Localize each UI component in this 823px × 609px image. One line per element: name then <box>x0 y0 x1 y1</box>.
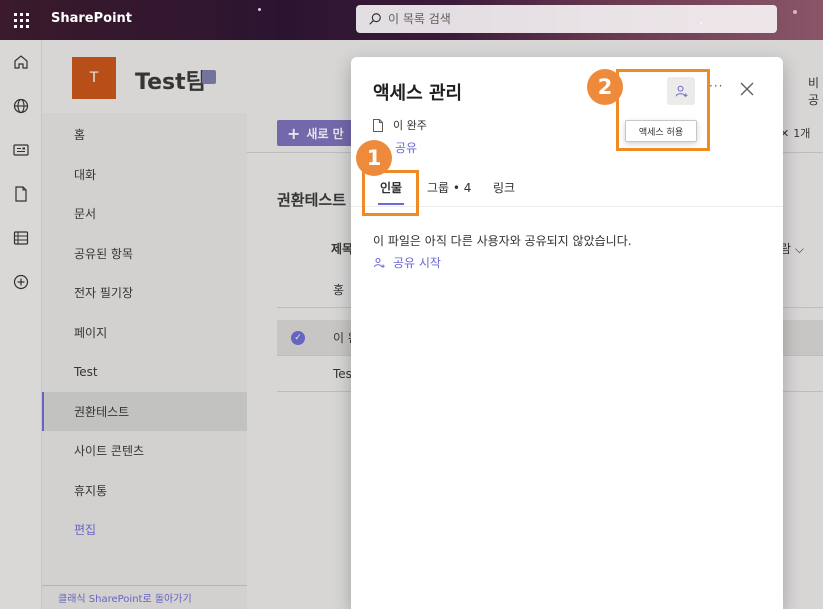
brand-name[interactable]: SharePoint <box>51 11 132 26</box>
start-sharing-label: 공유 시작 <box>393 256 441 270</box>
search-box[interactable] <box>356 5 777 33</box>
app-launcher-button[interactable] <box>0 0 42 40</box>
list-icon <box>13 231 29 245</box>
start-sharing-link[interactable]: 공유 시작 <box>373 254 441 271</box>
home-icon <box>14 55 28 69</box>
suite-bar: SharePoint <box>0 0 823 40</box>
waffle-icon <box>13 12 29 28</box>
search-input[interactable] <box>388 12 768 26</box>
step-badge-2: 2 <box>587 69 623 105</box>
manage-access-dialog: 액세스 관리 이 완주 공유 ··· 액세스 허용 인물 그룹 • 4 링크 이… <box>351 57 783 609</box>
news-icon <box>13 144 29 156</box>
highlight-people-tab <box>362 170 419 216</box>
file-icon <box>373 118 383 132</box>
person-add-icon <box>374 257 385 268</box>
appbar-files-button[interactable] <box>0 172 42 216</box>
tab-groups[interactable]: 그룹 • 4 <box>427 179 471 196</box>
dialog-title: 액세스 관리 <box>373 83 463 104</box>
appbar-lists-button[interactable] <box>0 216 42 260</box>
globe-icon <box>13 98 29 114</box>
background-sparkle <box>793 10 797 14</box>
close-dialog-button[interactable] <box>739 81 755 97</box>
app-bar <box>0 40 42 609</box>
appbar-sites-button[interactable] <box>0 84 42 128</box>
search-icon <box>369 13 381 25</box>
empty-state-message: 이 파일은 아직 다른 사용자와 공유되지 않았습니다. <box>373 234 632 248</box>
highlight-grant-access <box>616 69 710 151</box>
more-options-button[interactable]: ··· <box>709 79 723 93</box>
document-icon <box>15 186 27 202</box>
appbar-home-button[interactable] <box>0 40 42 84</box>
file-name: 이 완주 <box>393 119 427 132</box>
tab-links[interactable]: 링크 <box>493 179 515 196</box>
appbar-news-button[interactable] <box>0 128 42 172</box>
share-link[interactable]: 공유 <box>395 139 417 156</box>
background-sparkle <box>258 8 261 11</box>
appbar-create-button[interactable] <box>0 260 42 304</box>
file-info: 이 완주 <box>373 117 427 133</box>
add-icon <box>13 274 29 290</box>
step-badge-1: 1 <box>356 140 392 176</box>
